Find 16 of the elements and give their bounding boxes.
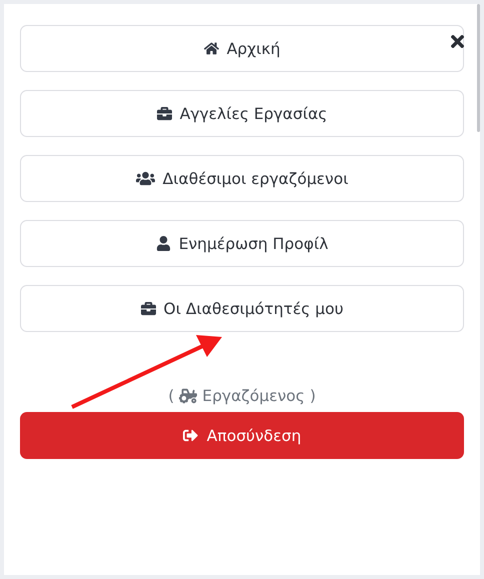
logout-button[interactable]: Αποσύνδεση <box>20 412 464 459</box>
parenthesis: ( <box>168 387 174 405</box>
sign-out-icon <box>182 428 198 443</box>
menu-item[interactable]: Οι Διαθεσιμότητές μου <box>20 285 464 332</box>
role-label: Εργαζόμενος <box>202 387 305 405</box>
user-icon <box>156 236 171 251</box>
home-icon <box>204 41 219 56</box>
menu-item[interactable]: Αρχική <box>20 25 464 72</box>
menu-item[interactable]: Αγγελίες Εργασίας <box>20 90 464 137</box>
tractor-icon <box>179 387 198 405</box>
parenthesis: ) <box>310 387 316 405</box>
menu-item[interactable]: Ενημέρωση Προφίλ <box>20 220 464 267</box>
users-icon <box>136 169 155 188</box>
menu-item[interactable]: Διαθέσιμοι εργαζόμενοι <box>20 155 464 202</box>
briefcase-icon <box>140 301 156 316</box>
briefcase-icon <box>156 106 172 121</box>
